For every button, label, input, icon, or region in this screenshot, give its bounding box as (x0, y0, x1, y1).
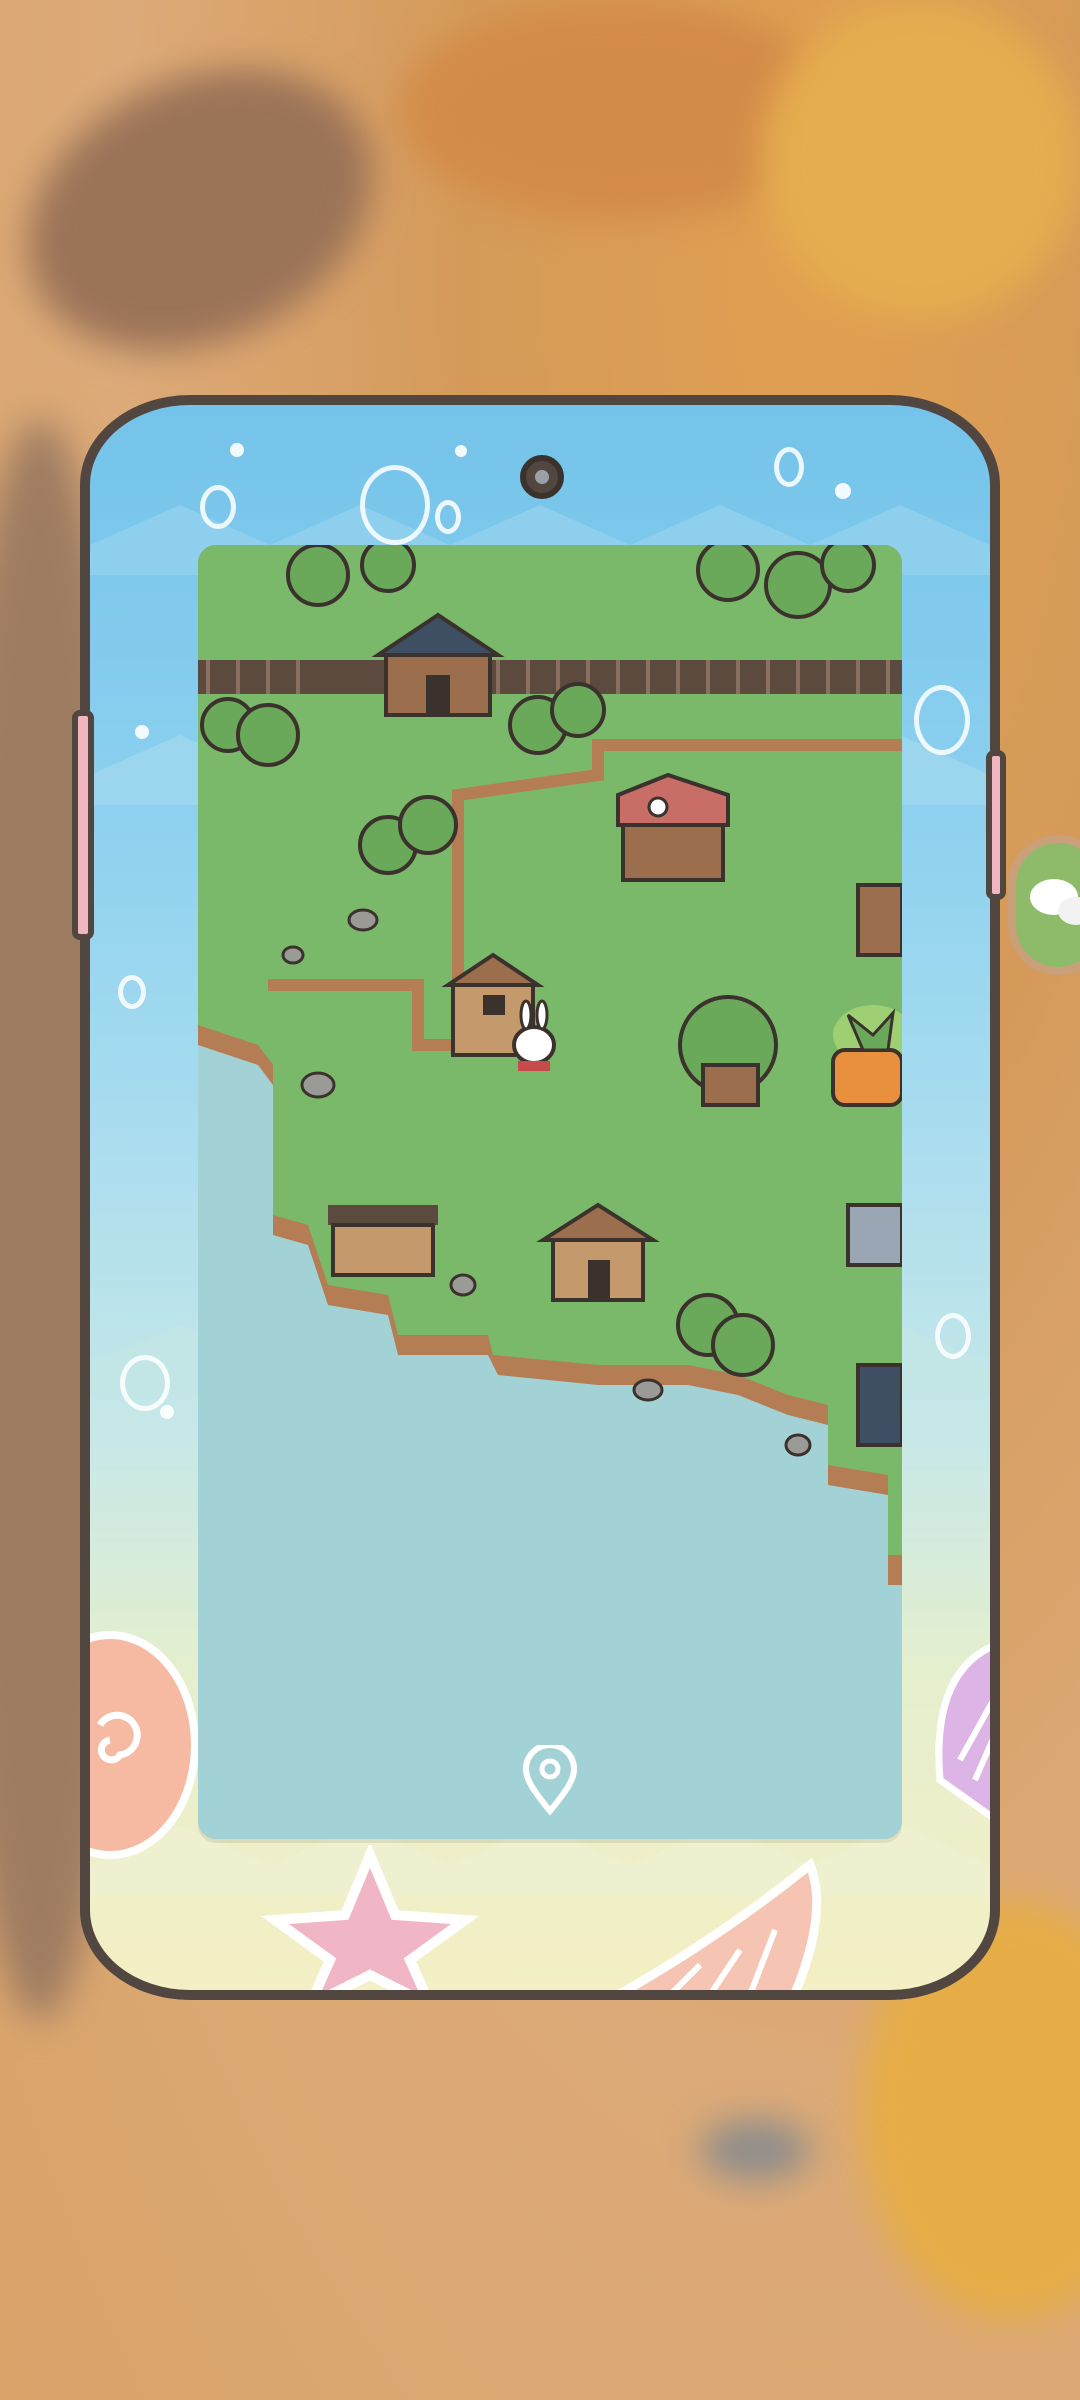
town-map[interactable] (198, 545, 902, 1839)
sparkle-dot (455, 445, 467, 457)
map-screen[interactable] (198, 545, 902, 1839)
bubble-icon (120, 1355, 170, 1411)
sparkle-dot (835, 483, 851, 499)
bubble-icon (200, 485, 236, 529)
bubble-icon (360, 465, 430, 545)
scallop-shell-icon (935, 1643, 990, 1821)
clock-house-icon[interactable] (616, 772, 730, 882)
phone-frame (80, 395, 1000, 2000)
workshop-icon[interactable] (328, 1205, 438, 1277)
side-power-button[interactable] (986, 750, 1006, 900)
sparkle-dot (160, 1405, 174, 1419)
chat-bubbles-icon (1030, 879, 1080, 925)
chat-button[interactable] (1008, 835, 1080, 975)
conch-shell-icon (617, 1857, 822, 1990)
bubble-icon (435, 500, 461, 534)
bubble-icon (118, 975, 146, 1009)
sparkle-dot (230, 443, 244, 457)
sparkle-dot (135, 725, 149, 739)
shell-icon (90, 1631, 199, 1859)
bubble-icon (935, 1313, 971, 1359)
starfish-icon (260, 1845, 480, 1990)
bubble-icon (774, 447, 804, 487)
side-volume-button[interactable] (72, 710, 94, 940)
location-pin-icon[interactable] (522, 1745, 578, 1815)
carrot-house-icon[interactable] (831, 1005, 902, 1107)
bubble-icon (914, 685, 970, 755)
camera-icon (520, 455, 564, 499)
